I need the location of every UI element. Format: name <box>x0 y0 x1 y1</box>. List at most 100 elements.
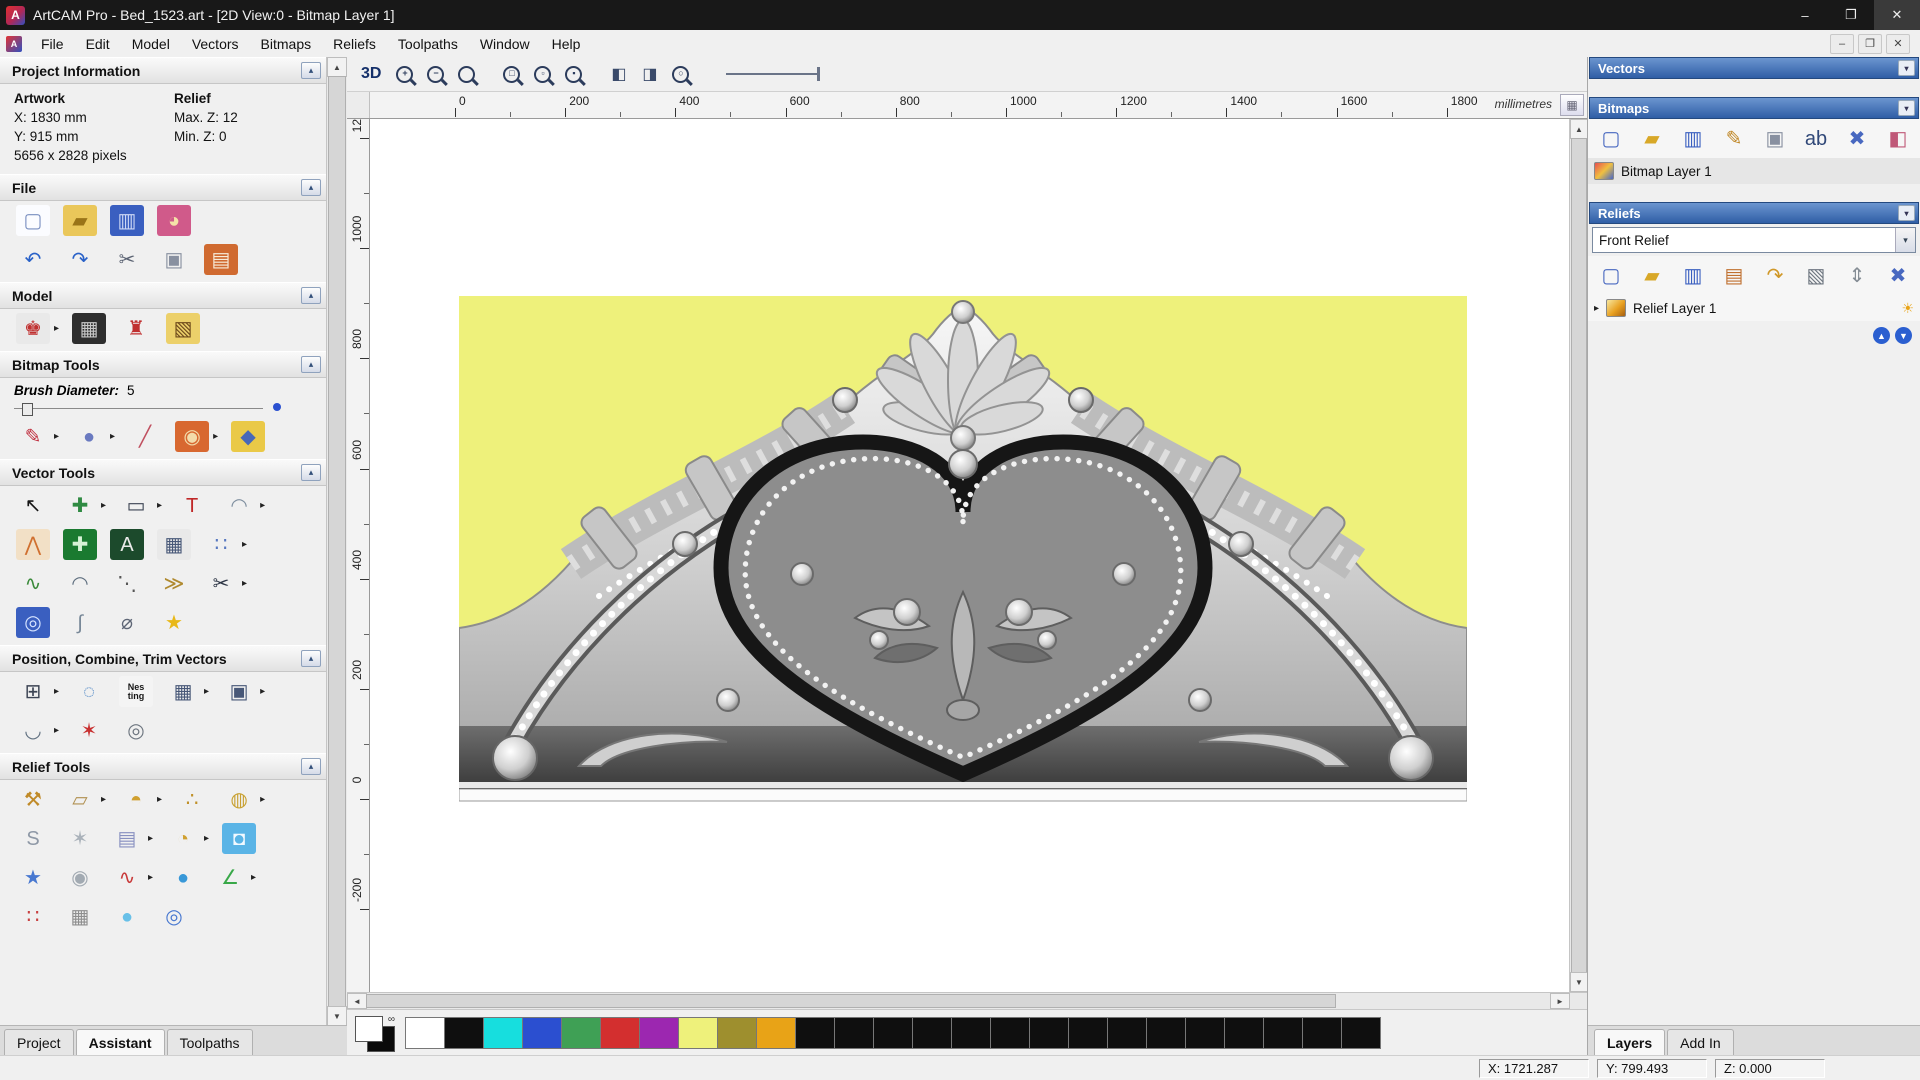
transform-vectors-icon[interactable]: ✚ <box>63 490 97 521</box>
dot-texture-icon[interactable]: ∷ <box>16 901 50 932</box>
create-boundary-icon[interactable]: ◎ <box>16 607 50 638</box>
brush-diameter-slider[interactable] <box>14 401 287 416</box>
canvas-vertical-scrollbar[interactable]: ▲ ▼ <box>1569 119 1588 992</box>
palette-swatch-13[interactable] <box>912 1017 952 1049</box>
cut-icon[interactable]: ✂ <box>110 244 144 275</box>
new-model-icon[interactable]: ▢ <box>16 205 50 236</box>
slider-handle[interactable] <box>22 403 33 416</box>
paint-icon[interactable]: ✎ <box>16 421 50 452</box>
paste-array-icon[interactable]: ∷ <box>204 529 238 560</box>
paint-selective-icon-flyout[interactable]: ▸ <box>110 431 115 442</box>
weld-vectors-icon[interactable]: ✶ <box>72 715 106 746</box>
smart-engraving-icon[interactable]: S <box>16 823 50 854</box>
save-relief-icon[interactable]: ▥ <box>1676 260 1710 291</box>
bitmap-colours-icon[interactable]: ◧ <box>1881 123 1915 154</box>
reliefs-collapse-icon[interactable]: ▾ <box>1898 205 1915 221</box>
menu-toolpaths[interactable]: Toolpaths <box>387 32 469 56</box>
palette-swatch-17[interactable] <box>1068 1017 1108 1049</box>
scroll-up-icon[interactable]: ▲ <box>1570 119 1588 139</box>
save-model-icon[interactable]: ▥ <box>110 205 144 236</box>
mesh-relief-icon[interactable]: ▦ <box>63 901 97 932</box>
zoom-objects-icon[interactable]: ○ <box>667 61 694 87</box>
move-layer-down-button[interactable]: ▼ <box>1895 327 1912 344</box>
menu-window[interactable]: Window <box>469 32 541 56</box>
create-freehand-icon[interactable]: ∿ <box>16 568 50 599</box>
paint-selective-icon[interactable]: ● <box>72 421 106 452</box>
offset-vectors-icon[interactable]: ◠ <box>222 490 256 521</box>
palette-swatch-1[interactable] <box>444 1017 484 1049</box>
swirl-relief-icon[interactable]: ◎ <box>157 901 191 932</box>
artwork-canvas[interactable] <box>458 296 1468 808</box>
fit-arcs-icon[interactable]: ≫ <box>157 568 191 599</box>
palette-swatch-21[interactable] <box>1224 1017 1264 1049</box>
scroll-thumb[interactable] <box>366 994 1336 1008</box>
menu-model[interactable]: Model <box>121 32 181 56</box>
palette-swatch-18[interactable] <box>1107 1017 1147 1049</box>
angle-relief-icon-flyout[interactable]: ▸ <box>251 872 256 883</box>
align-vectors-icon-flyout[interactable]: ▸ <box>54 686 59 697</box>
nesting-icon[interactable]: Nes ting <box>119 676 154 707</box>
create-rectangle-icon-flyout[interactable]: ▸ <box>157 500 162 511</box>
flood-fill-icon[interactable]: ◆ <box>231 421 266 452</box>
set-model-size-icon[interactable]: ♚ <box>16 313 50 344</box>
block-copy-icon-flyout[interactable]: ▸ <box>204 686 209 697</box>
adjust-model-icon[interactable]: ♜ <box>119 313 153 344</box>
line-width-control[interactable] <box>726 67 821 81</box>
bitmap-merge-icon[interactable]: ▣ <box>1758 123 1792 154</box>
palette-swatch-5[interactable] <box>600 1017 640 1049</box>
palette-swatch-3[interactable] <box>522 1017 562 1049</box>
assistant-scrollbar[interactable]: ▲ ▼ <box>326 57 347 1026</box>
select-vectors-icon[interactable]: ↖ <box>16 490 50 521</box>
create-text-icon[interactable]: T <box>175 490 209 521</box>
open-model-icon[interactable]: ▰ <box>63 205 97 236</box>
relief-wizard-icon[interactable]: ◍ <box>222 784 256 815</box>
measure-icon[interactable]: ⌀ <box>110 607 144 638</box>
palette-swatch-14[interactable] <box>951 1017 991 1049</box>
rotate-copy-icon-flyout[interactable]: ▸ <box>260 686 265 697</box>
paint-icon-flyout[interactable]: ▸ <box>54 431 59 442</box>
collapse-icon[interactable]: ▴ <box>301 356 321 373</box>
sculpting-icon[interactable]: ⚒ <box>16 784 50 815</box>
menu-vectors[interactable]: Vectors <box>181 32 250 56</box>
maximize-button[interactable]: ❐ <box>1828 0 1874 30</box>
trim-vectors-icon-flyout[interactable]: ▸ <box>242 578 247 589</box>
new-relief-icon[interactable]: ▢ <box>1594 260 1628 291</box>
rotate-copy-icon[interactable]: ▣ <box>222 676 256 707</box>
emboss-wizard-icon[interactable]: ▤ <box>110 823 144 854</box>
palette-swatch-2[interactable] <box>483 1017 523 1049</box>
create-polyline-icon[interactable]: ⋀ <box>16 529 50 560</box>
relief-layer-item[interactable]: ▸ Relief Layer 1 ☀ <box>1588 295 1920 321</box>
minimize-button[interactable]: – <box>1782 0 1828 30</box>
mdi-minimize-button[interactable]: – <box>1830 33 1854 54</box>
smoothing-icon[interactable]: ▱ <box>63 784 97 815</box>
iso-form-icon[interactable]: ◘ <box>222 823 257 854</box>
zoom-page-icon[interactable]: ▪ <box>560 61 587 87</box>
mdi-restore-button[interactable]: ❐ <box>1858 33 1882 54</box>
zoom-out-icon[interactable]: − <box>422 61 449 87</box>
bitmap-layer-item[interactable]: Bitmap Layer 1 <box>1588 158 1920 184</box>
palette-swatch-6[interactable] <box>639 1017 679 1049</box>
two-rail-ring-icon[interactable]: ◔ <box>166 823 200 854</box>
face-wizard-icon[interactable]: ◉ <box>63 862 97 893</box>
scroll-thumb[interactable] <box>1571 138 1587 973</box>
zoom-previous-icon[interactable] <box>453 61 480 87</box>
drawing-canvas[interactable]: 1200 1000 800 600 400 200 0 -200 ▲ ▼ <box>347 119 1588 992</box>
tab-assistant[interactable]: Assistant <box>75 1029 165 1056</box>
join-vectors-icon-flyout[interactable]: ▸ <box>54 725 59 736</box>
collapse-icon[interactable]: ▴ <box>301 650 321 667</box>
sphere-relief-icon[interactable]: ● <box>110 901 144 932</box>
import-image-icon[interactable]: ◕ <box>157 205 191 236</box>
angle-relief-icon[interactable]: ∠ <box>213 862 247 893</box>
move-layer-up-button[interactable]: ▲ <box>1873 327 1890 344</box>
ripple-icon-flyout[interactable]: ▸ <box>148 872 153 883</box>
palette-swatch-7[interactable] <box>678 1017 718 1049</box>
bitmaps-collapse-icon[interactable]: ▾ <box>1898 100 1915 116</box>
two-rail-ring-icon-flyout[interactable]: ▸ <box>204 833 209 844</box>
palette-swatch-8[interactable] <box>717 1017 757 1049</box>
new-bitmap-icon[interactable]: ▢ <box>1594 123 1628 154</box>
block-copy-icon[interactable]: ▦ <box>166 676 200 707</box>
delete-relief-icon[interactable]: ✖ <box>1881 260 1915 291</box>
relief-select[interactable]: Front Relief ▾ <box>1592 227 1916 253</box>
tab-project[interactable]: Project <box>4 1029 74 1056</box>
scroll-down-icon[interactable]: ▼ <box>327 1006 347 1026</box>
